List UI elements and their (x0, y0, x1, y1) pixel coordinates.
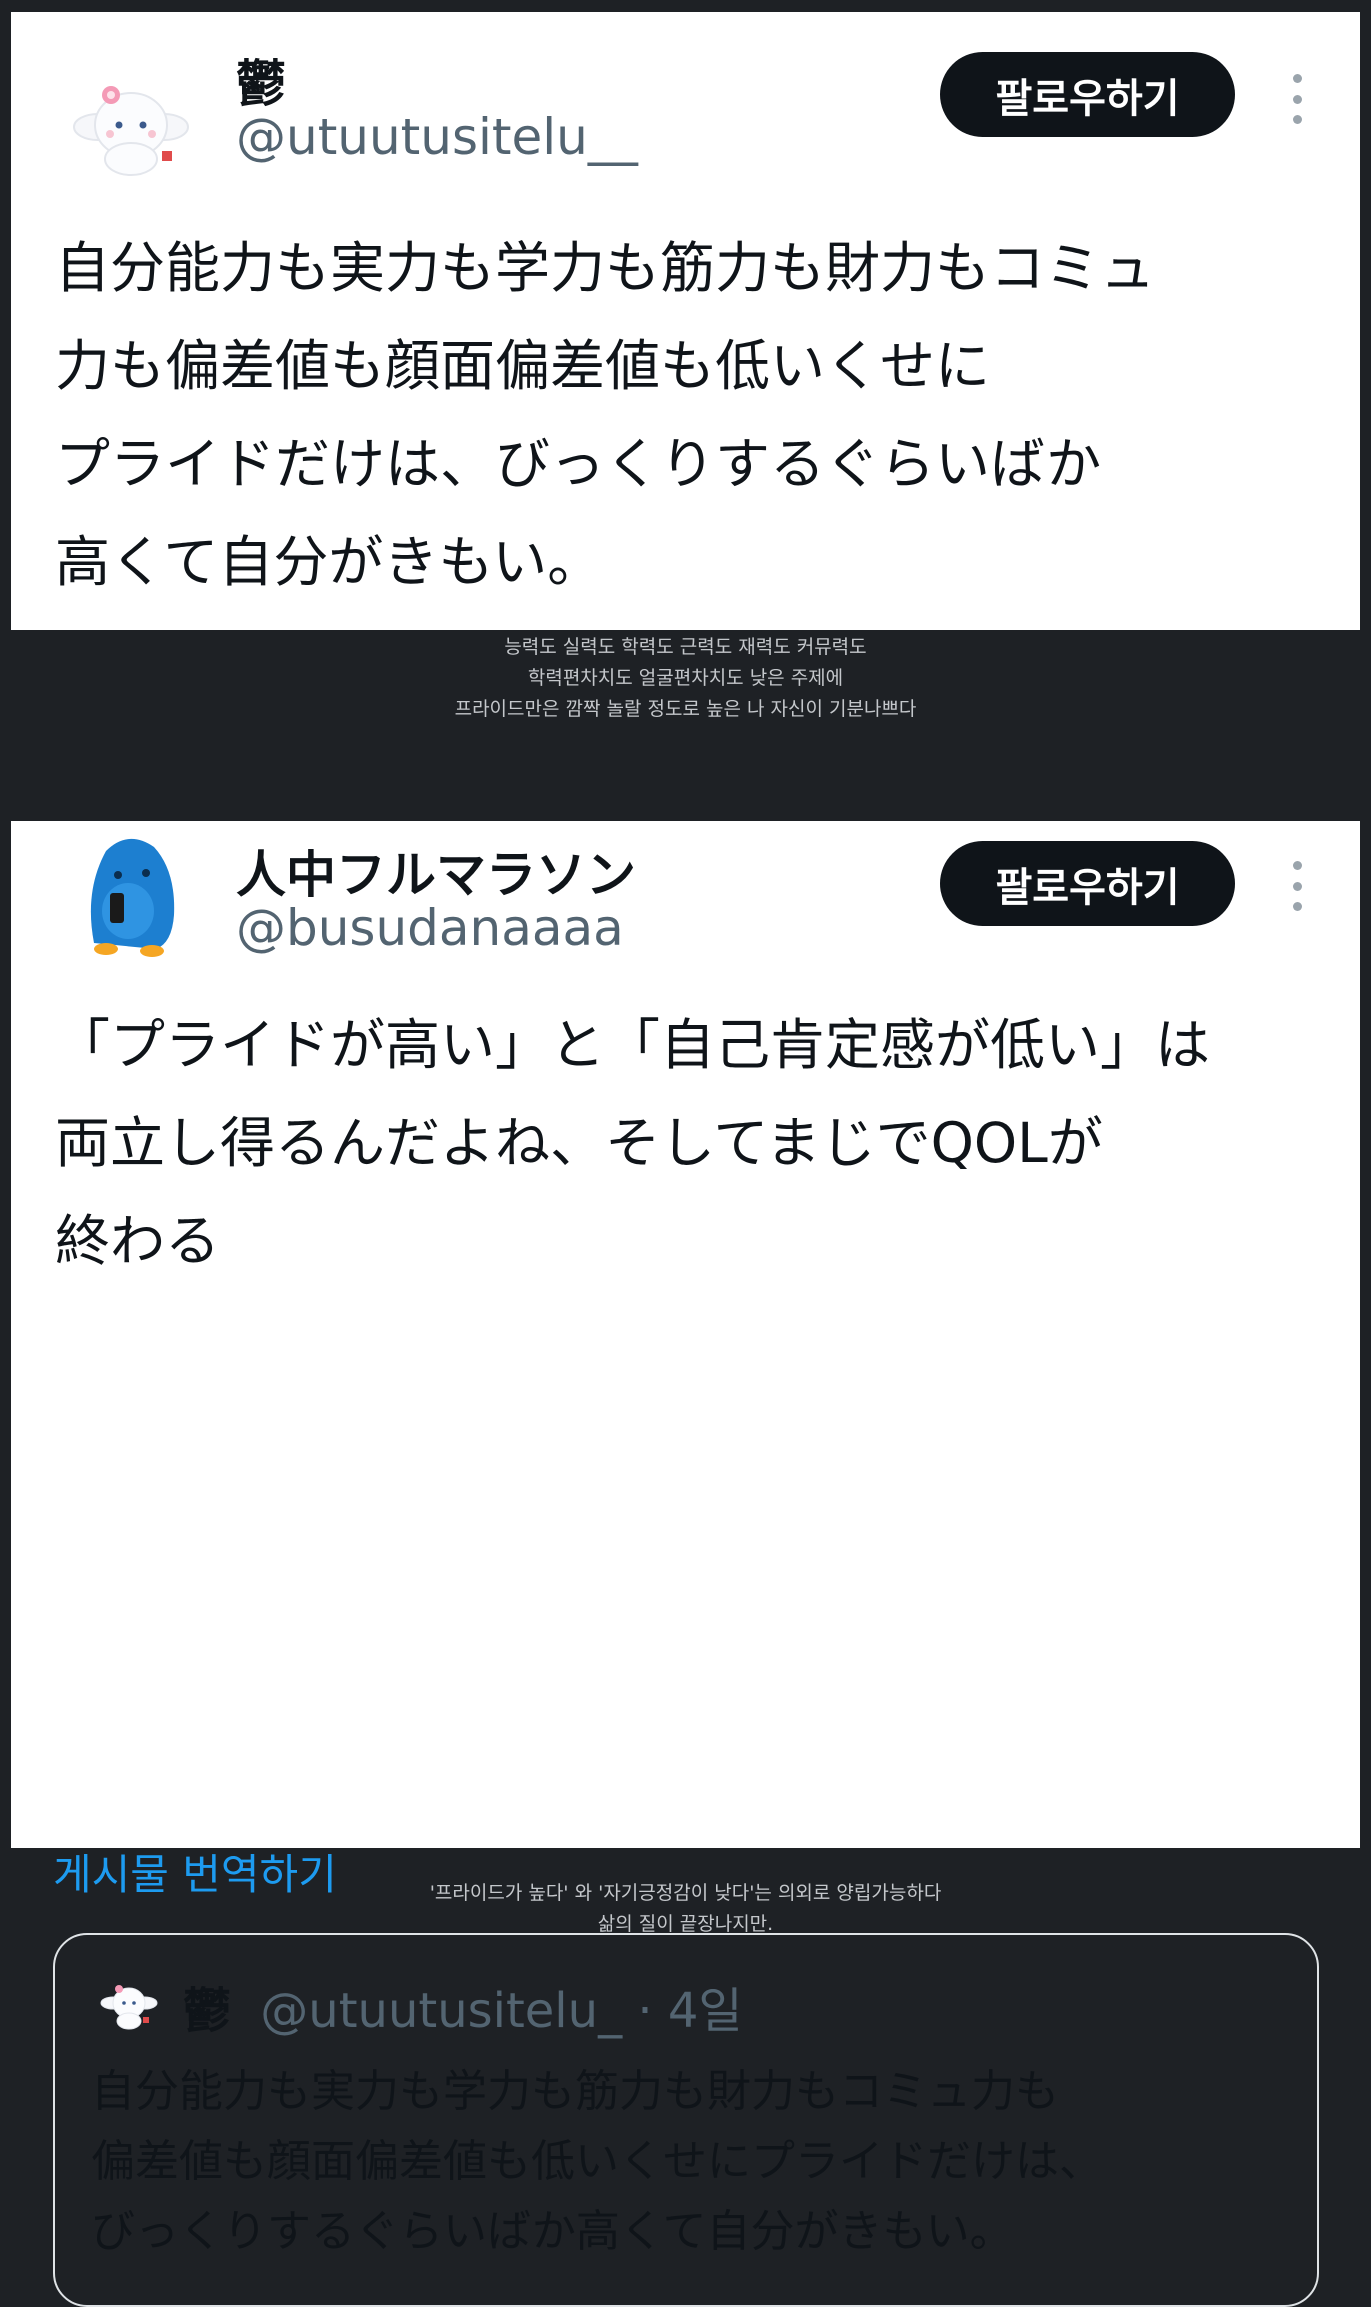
tweet-text: 自分能力も実力も学力も筋力も財力もコミュ 力も偏差値も顔面偏差値も低いくせに プ… (55, 219, 1325, 611)
caption-line: 삶의 질이 끝장나지만. (597, 1913, 774, 1935)
tweet-text-line: 高くて自分がきもい。 (55, 530, 603, 594)
quoted-text-line: 偏差値も顔面偏差値も低いくせにプライドだけは、 (91, 2136, 1103, 2187)
caption-line: 프라이드만은 깜짝 놀랄 정도로 높은 나 자신이 기분나쁘다 (454, 698, 917, 720)
quoted-author-name[interactable]: 鬱 (183, 1983, 231, 2039)
caption-line: '프라이드가 높다' 와 '자기긍정감이 낮다'는 의외로 양립가능하다 (429, 1882, 942, 1904)
quoted-text-line: 自分能力も実力も学力も筋力も財力もコミュ力も (91, 2066, 1059, 2117)
follow-button[interactable]: 팔로우하기 (940, 52, 1235, 137)
author-handle[interactable]: @utuutusitelu__ (236, 108, 638, 166)
cinnamoroll-avatar-icon[interactable] (66, 55, 196, 185)
quoted-text-line: びっくりするぐらいばか高くて自分がきもい。 (91, 2206, 1014, 2257)
quoted-tweet[interactable]: 鬱 @utuutusitelu_ · 4일 自分能力も実力も学力も筋力も財力もコ… (53, 1933, 1319, 2307)
tweet-text-line: 「プライドが高い」と「自己肯定感が低い」は (55, 1013, 1211, 1077)
blue-penguin-avatar-icon[interactable] (66, 831, 196, 961)
translation-caption: 능력도 실력도 학력도 근력도 재력도 커뮤력도 학력편차치도 얼굴편차치도 낮… (0, 632, 1371, 725)
tweet-card-1: 鬱 @utuutusitelu__ 팔로우하기 自分能力も実力も学力も筋力も財力… (11, 12, 1360, 630)
more-options-icon[interactable] (1289, 861, 1305, 911)
tweet-text-line: 自分能力も実力も学力も筋力も財力もコミュ (55, 236, 1156, 300)
tweet-text-line: 両立し得るんだよね、そしてまじでQOLが (55, 1111, 1103, 1175)
author-name[interactable]: 人中フルマラソン (236, 835, 636, 907)
quoted-tweet-text: 自分能力も実力も学力も筋力も財力もコミュ力も 偏差値も顔面偏差値も低いくせにプラ… (91, 2057, 1103, 2267)
author-name[interactable]: 鬱 (236, 44, 286, 116)
quoted-author-handle[interactable]: @utuutusitelu_ (260, 1983, 622, 2039)
quoted-tweet-header: 鬱 @utuutusitelu_ · 4일 (183, 1971, 743, 2041)
cinnamoroll-avatar-icon (100, 1985, 158, 2030)
tweet-text-line: 力も偏差値も顔面偏差値も低いくせに (55, 334, 991, 398)
author-handle[interactable]: @busudanaaaa (236, 899, 624, 957)
follow-button[interactable]: 팔로우하기 (940, 841, 1235, 926)
caption-line: 학력편차치도 얼굴편차치도 낮은 주제에 (527, 667, 844, 689)
more-options-icon[interactable] (1289, 74, 1305, 124)
caption-line: 능력도 실력도 학력도 근력도 재력도 커뮤력도 (504, 636, 867, 658)
quoted-timestamp: · 4일 (637, 1983, 743, 2039)
tweet-text-line: 終わる (55, 1209, 221, 1273)
translation-caption: '프라이드가 높다' 와 '자기긍정감이 낮다'는 의외로 양립가능하다 삶의 … (0, 1878, 1371, 1940)
tweet-card-2: 人中フルマラソン @busudanaaaa 팔로우하기 「プライドが高い」と「自… (11, 821, 1360, 2307)
tweet-text-line: プライドだけは、びっくりするぐらいばか (55, 432, 1102, 496)
tweet-text: 「プライドが高い」と「自己肯定感が低い」は 両立し得るんだよね、そしてまじでQO… (55, 996, 1325, 1290)
